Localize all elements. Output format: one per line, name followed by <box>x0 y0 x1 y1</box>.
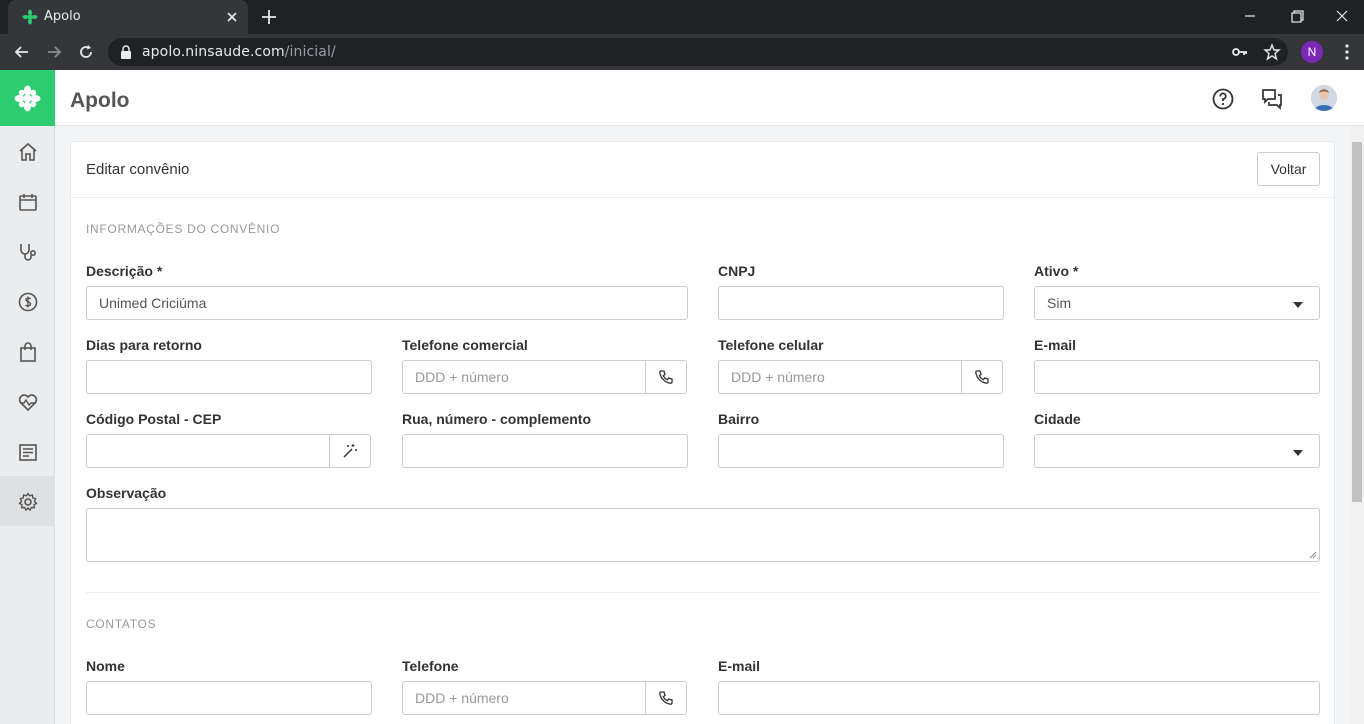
close-window-icon[interactable] <box>1328 4 1356 28</box>
cep-label: Código Postal - CEP <box>86 411 222 427</box>
phone-icon <box>659 370 673 384</box>
chevron-down-icon <box>1293 302 1303 308</box>
contact-telefone-label: Telefone <box>402 658 459 674</box>
dollar-icon <box>18 292 38 312</box>
chat-icon[interactable] <box>1260 87 1284 111</box>
section-info-label: INFORMAÇÕES DO CONVÊNIO <box>86 222 281 236</box>
report-icon <box>19 444 37 461</box>
rua-label: Rua, número - complemento <box>402 411 592 427</box>
cnpj-input[interactable] <box>718 286 1004 320</box>
descricao-label: Descrição * <box>86 263 163 279</box>
url-text: apolo.ninsaude.com/inicial/ <box>142 44 336 60</box>
address-bar[interactable]: apolo.ninsaude.com/inicial/ <box>108 38 1288 66</box>
lock-icon <box>121 45 131 59</box>
heart-pulse-icon <box>18 394 38 412</box>
reload-icon[interactable] <box>76 42 96 62</box>
calendar-icon <box>19 194 37 211</box>
back-icon[interactable] <box>12 42 32 62</box>
home-icon <box>19 142 37 161</box>
apolo-favicon-icon <box>22 9 38 25</box>
section-divider <box>86 592 1320 593</box>
resize-handle-icon[interactable] <box>1307 549 1317 559</box>
tel-comercial-label: Telefone comercial <box>402 337 528 353</box>
apolo-logo-icon <box>14 85 41 112</box>
browser-tabbar: Apolo <box>0 0 1364 34</box>
contact-nome-label: Nome <box>86 658 125 674</box>
email-input[interactable] <box>1034 360 1320 394</box>
contact-email-input[interactable] <box>718 681 1320 715</box>
cep-lookup-button[interactable] <box>329 434 371 468</box>
profile-avatar[interactable]: N <box>1301 41 1323 63</box>
tab-title: Apolo <box>44 9 81 24</box>
magic-wand-icon <box>343 444 357 458</box>
card-header: Editar convênio Voltar <box>71 142 1336 198</box>
section-contacts-label: CONTATOS <box>86 617 157 631</box>
cidade-label: Cidade <box>1034 411 1081 427</box>
cidade-select[interactable] <box>1034 434 1320 468</box>
rua-input[interactable] <box>402 434 688 468</box>
scrollbar-thumb[interactable] <box>1352 142 1362 502</box>
contact-telefone-input[interactable] <box>402 681 647 715</box>
phone-icon <box>659 691 673 705</box>
app-logo[interactable] <box>0 70 55 126</box>
new-tab-icon[interactable] <box>258 7 280 27</box>
email-label: E-mail <box>1034 337 1077 353</box>
dias-retorno-input[interactable] <box>86 360 372 394</box>
shopping-bag-icon <box>20 342 36 362</box>
sidebar-item-health[interactable] <box>0 376 55 426</box>
user-avatar[interactable] <box>1311 85 1337 111</box>
minimize-icon[interactable] <box>1236 4 1264 28</box>
dias-retorno-label: Dias para retorno <box>86 337 202 353</box>
app-title: Apolo <box>70 89 130 112</box>
restore-icon[interactable] <box>1283 4 1311 28</box>
close-tab-icon[interactable] <box>224 9 240 25</box>
bairro-label: Bairro <box>718 411 760 427</box>
browser-tab[interactable]: Apolo <box>8 0 248 34</box>
ativo-select[interactable]: Sim <box>1034 286 1320 320</box>
forward-icon[interactable] <box>44 42 64 62</box>
stethoscope-icon <box>20 244 37 261</box>
edit-form-card: Editar convênio Voltar INFORMAÇÕES DO CO… <box>70 141 1336 724</box>
tel-celular-label: Telefone celular <box>718 337 824 353</box>
sidebar-item-financial[interactable] <box>0 276 55 326</box>
descricao-input[interactable] <box>86 286 688 320</box>
ativo-selected-value: Sim <box>1047 295 1072 311</box>
sidebar-item-settings[interactable] <box>0 476 55 526</box>
star-icon[interactable] <box>1263 43 1281 61</box>
observacao-textarea[interactable] <box>86 508 1320 562</box>
contact-email-label: E-mail <box>718 658 761 674</box>
tel-comercial-input[interactable] <box>402 360 647 394</box>
tel-celular-phone-button[interactable] <box>961 360 1003 394</box>
sidebar <box>0 70 55 724</box>
sidebar-item-calendar[interactable] <box>0 176 55 226</box>
app-header: Apolo <box>55 70 1364 126</box>
tel-celular-input[interactable] <box>718 360 963 394</box>
cnpj-label: CNPJ <box>718 263 756 279</box>
ativo-label: Ativo * <box>1034 263 1079 279</box>
contact-nome-input[interactable] <box>86 681 372 715</box>
key-icon[interactable] <box>1231 43 1249 61</box>
contact-phone-button[interactable] <box>645 681 687 715</box>
sidebar-item-home[interactable] <box>0 126 55 176</box>
browser-menu-icon[interactable] <box>1340 42 1354 62</box>
cep-input[interactable] <box>86 434 331 468</box>
chevron-down-icon <box>1293 450 1303 456</box>
observacao-label: Observação <box>86 485 167 501</box>
page-scrollbar[interactable] <box>1350 126 1364 724</box>
phone-icon <box>975 370 989 384</box>
user-photo-icon <box>1311 85 1337 111</box>
back-button[interactable]: Voltar <box>1257 152 1320 186</box>
help-icon[interactable] <box>1211 87 1235 111</box>
page-title: Editar convênio <box>86 161 190 178</box>
gear-icon <box>18 492 38 512</box>
tel-comercial-phone-button[interactable] <box>645 360 687 394</box>
bairro-input[interactable] <box>718 434 1004 468</box>
sidebar-item-attendance[interactable] <box>0 226 55 276</box>
sidebar-item-reports[interactable] <box>0 426 55 476</box>
sidebar-item-store[interactable] <box>0 326 55 376</box>
browser-toolbar: apolo.ninsaude.com/inicial/ N <box>0 34 1364 70</box>
